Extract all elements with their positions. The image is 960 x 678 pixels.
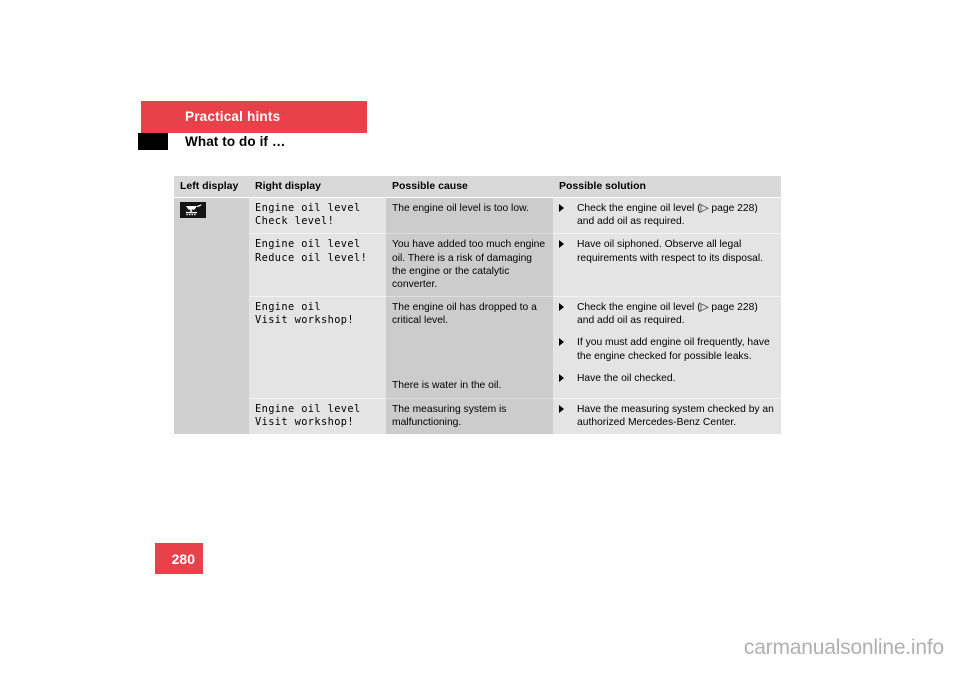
- display-line-1: Engine oil level: [255, 238, 361, 251]
- display-line-2: Reduce oil level!: [255, 251, 368, 264]
- page-number-box: 280: [155, 543, 203, 574]
- solution-text: Check the engine oil level (▷ page 228) …: [577, 203, 758, 228]
- triangle-bullet-icon: [559, 404, 564, 413]
- table-header-row: Left display Right display Possible caus…: [174, 176, 781, 198]
- column-header-possible-solution: Possible solution: [553, 176, 781, 198]
- triangle-bullet-icon: [559, 373, 564, 382]
- possible-cause-cell: You have added too much engine oil. Ther…: [386, 233, 553, 297]
- left-display-cell: [174, 197, 249, 434]
- solution-list: Check the engine oil level (▷ page 228) …: [559, 301, 774, 385]
- solution-text: Check the engine oil level (▷ page 228) …: [577, 302, 758, 327]
- possible-solution-cell: Have oil siphoned. Observe all legal req…: [553, 233, 781, 297]
- page-number: 280: [171, 551, 195, 567]
- section-marker-block: [138, 133, 168, 150]
- right-display-cell: Engine oil level Reduce oil level!: [249, 233, 386, 297]
- cause-spacer: [392, 327, 546, 379]
- display-line-2: Visit workshop!: [255, 415, 354, 428]
- right-display-cell: Engine oil level Visit workshop!: [249, 397, 386, 434]
- possible-solution-cell: Check the engine oil level (▷ page 228) …: [553, 296, 781, 399]
- solution-list: Have the measuring system checked by an …: [559, 403, 774, 429]
- possible-solution-cell: Have the measuring system checked by an …: [553, 397, 781, 434]
- display-line-1: Engine oil level: [255, 402, 361, 415]
- possible-cause-cell: The engine oil has dropped to a critical…: [386, 296, 553, 399]
- display-line-1: Engine oil level: [255, 202, 361, 214]
- list-item: Have oil siphoned. Observe all legal req…: [559, 238, 774, 264]
- solution-text: Have oil siphoned. Observe all legal req…: [577, 239, 763, 264]
- table-row: Engine oil Visit workshop! The engine oi…: [174, 296, 781, 399]
- cause-secondary-text: There is water in the oil.: [392, 380, 502, 392]
- solution-text: Have the measuring system checked by an …: [577, 403, 774, 428]
- oil-level-warning-icon: [180, 202, 206, 218]
- list-item: Check the engine oil level (▷ page 228) …: [559, 202, 774, 228]
- list-item: Check the engine oil level (▷ page 228) …: [559, 301, 774, 327]
- list-item: Have the oil checked.: [559, 372, 774, 385]
- right-display-cell: Engine oil level Check level!: [249, 197, 386, 234]
- triangle-bullet-icon: [559, 303, 564, 312]
- possible-cause-cell: The engine oil level is too low.: [386, 197, 553, 234]
- triangle-bullet-icon: [559, 204, 564, 212]
- column-header-right-display: Right display: [249, 176, 386, 198]
- chapter-banner: Practical hints: [141, 101, 367, 133]
- section-title: What to do if …: [185, 134, 286, 149]
- chapter-title: Practical hints: [185, 109, 281, 124]
- table-row: Engine oil level Check level! The engine…: [174, 197, 781, 434]
- list-item: Have the measuring system checked by an …: [559, 403, 774, 429]
- solution-list: Check the engine oil level (▷ page 228) …: [559, 202, 774, 228]
- display-line-2: Visit workshop!: [255, 314, 354, 327]
- display-line-1: Engine oil: [255, 301, 321, 314]
- site-watermark: carmanualsonline.info: [743, 636, 944, 659]
- solution-list: Have oil siphoned. Observe all legal req…: [559, 238, 774, 264]
- fault-messages-table: Left display Right display Possible caus…: [174, 176, 781, 434]
- cause-primary-text: The engine oil has dropped to a critical…: [392, 302, 537, 327]
- triangle-bullet-icon: [559, 240, 564, 249]
- column-header-possible-cause: Possible cause: [386, 176, 553, 198]
- list-item: If you must add engine oil frequently, h…: [559, 336, 774, 362]
- display-line-2: Check level!: [255, 215, 335, 228]
- right-display-cell: Engine oil Visit workshop!: [249, 296, 386, 399]
- table-row: Engine oil level Visit workshop! The mea…: [174, 397, 781, 434]
- possible-solution-cell: Check the engine oil level (▷ page 228) …: [553, 197, 781, 234]
- table-row: Engine oil level Reduce oil level! You h…: [174, 233, 781, 297]
- section-header: What to do if …: [138, 133, 778, 155]
- solution-text: Have the oil checked.: [577, 372, 676, 384]
- column-header-left-display: Left display: [174, 176, 249, 198]
- possible-cause-cell: The measuring system is malfunctioning.: [386, 397, 553, 434]
- triangle-bullet-icon: [559, 338, 564, 347]
- solution-text: If you must add engine oil frequently, h…: [577, 337, 770, 362]
